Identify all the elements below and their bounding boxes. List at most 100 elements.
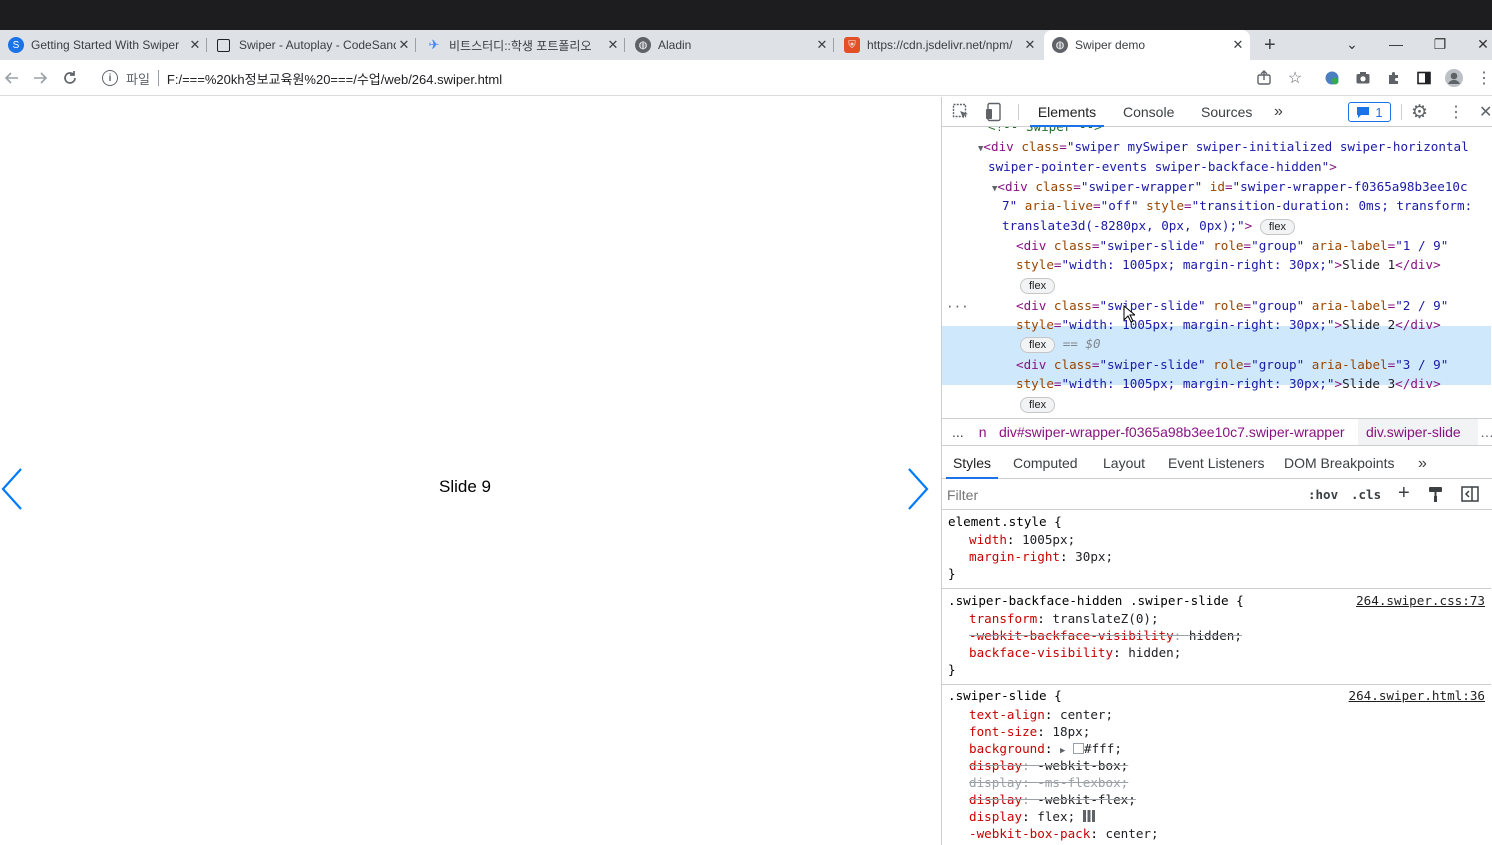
devtools-close-icon[interactable]: ✕ xyxy=(1479,102,1492,122)
breadcrumb-slide[interactable]: div.swiper-slide xyxy=(1358,419,1478,445)
window-close-button[interactable]: ✕ xyxy=(1471,30,1492,58)
tab-dom-breakpoints[interactable]: DOM Breakpoints xyxy=(1284,448,1394,479)
breadcrumb-wrapper[interactable]: div#swiper-wrapper-f0365a98b3ee10c7.swip… xyxy=(999,424,1345,440)
back-icon[interactable] xyxy=(0,66,24,90)
tab-console[interactable]: Console xyxy=(1123,97,1174,127)
toggle-sidebar-icon[interactable] xyxy=(1461,486,1479,507)
rule-property-overridden[interactable]: -webkit-backface-visibility: hidden; xyxy=(969,627,1242,644)
minimize-button[interactable]: — xyxy=(1384,30,1408,58)
tab-swiper-autoplay[interactable]: Swiper - Autoplay - CodeSandbox ✕ xyxy=(209,30,416,60)
extension-globe-icon[interactable] xyxy=(1320,66,1344,90)
color-swatch[interactable] xyxy=(1073,743,1085,754)
paint-roller-icon[interactable] xyxy=(1428,486,1444,508)
inspect-element-icon[interactable] xyxy=(952,103,970,126)
elements-dom-tree[interactable]: <!-- Swiper --> ▼<div class="swiper mySw… xyxy=(942,127,1492,417)
issues-badge[interactable]: 1 xyxy=(1348,102,1391,122)
new-style-rule-button[interactable]: + xyxy=(1398,482,1410,505)
bookmark-star-icon[interactable]: ☆ xyxy=(1283,66,1307,90)
tab-bitstudy[interactable]: ✈ 비트스터디::학생 포트폴리오 ✕ xyxy=(418,30,625,60)
page-viewport: Slide 9 xyxy=(0,97,941,845)
close-icon[interactable]: ✕ xyxy=(396,37,412,53)
close-icon[interactable]: ✕ xyxy=(605,37,621,53)
style-rule-backface-hidden[interactable]: .swiper-backface-hidden .swiper-slide { … xyxy=(942,589,1491,685)
rule-property-overridden[interactable]: display: -webkit-box; xyxy=(969,757,1128,774)
dom-node-wrapper-cont2: translate3d(-8280px, 0px, 0px);"> flex xyxy=(1002,216,1295,236)
extensions-puzzle-icon[interactable] xyxy=(1382,66,1406,90)
more-tabs-icon[interactable]: » xyxy=(1274,97,1283,127)
dom-node-slide-3[interactable]: <div class="swiper-slide" role="group" a… xyxy=(1016,355,1448,375)
rule-property[interactable]: display: flex; xyxy=(969,808,1095,825)
share-icon[interactable] xyxy=(1252,66,1276,90)
tab-title: https://cdn.jsdelivr.net/npm/ xyxy=(867,38,1013,52)
settings-gear-icon[interactable]: ⚙ xyxy=(1411,101,1428,124)
tab-title: Aladin xyxy=(658,38,692,52)
slide-label: Slide 9 xyxy=(439,477,491,496)
info-icon[interactable]: i xyxy=(102,70,118,86)
rule-source-link[interactable]: 264.swiper.css:73 xyxy=(1356,592,1485,609)
rule-property-overridden[interactable]: display: -ms-flexbox; xyxy=(969,774,1128,791)
flex-badge[interactable]: flex xyxy=(1020,337,1056,353)
tab-styles[interactable]: Styles xyxy=(946,448,998,479)
tab-computed[interactable]: Computed xyxy=(1013,448,1078,479)
rule-property[interactable]: margin-right: 30px; xyxy=(969,548,1113,565)
tab-elements[interactable]: Elements xyxy=(1030,97,1104,127)
rule-selector: .swiper-backface-hidden .swiper-slide { xyxy=(948,593,1244,608)
close-icon[interactable]: ✕ xyxy=(187,37,203,53)
dom-comment: <!-- Swiper --> xyxy=(988,127,1102,137)
flex-badge[interactable]: flex xyxy=(1020,278,1056,294)
tab-getting-started[interactable]: S Getting Started With Swiper ✕ xyxy=(0,30,207,60)
flex-badge[interactable]: flex xyxy=(1020,397,1056,413)
rule-property[interactable]: width: 1005px; xyxy=(969,531,1075,548)
rule-property[interactable]: transform: translateZ(0); xyxy=(969,610,1159,627)
tab-sources[interactable]: Sources xyxy=(1201,97,1252,127)
tab-event-listeners[interactable]: Event Listeners xyxy=(1168,448,1265,479)
dom-breadcrumb: ... n div#swiper-wrapper-f0365a98b3ee10c… xyxy=(942,418,1492,446)
device-toggle-icon[interactable] xyxy=(985,102,1003,127)
rule-property[interactable]: font-size: 18px; xyxy=(969,723,1090,740)
devtools-menu-icon[interactable]: ⋮ xyxy=(1448,102,1464,122)
tab-aladin[interactable]: ◍ Aladin ✕ xyxy=(627,30,834,60)
rule-source-link[interactable]: 264.swiper.html:36 xyxy=(1349,687,1485,704)
rule-selector: .swiper-slide { xyxy=(948,688,1062,703)
dom-node-slide-1[interactable]: <div class="swiper-slide" role="group" a… xyxy=(1016,236,1448,256)
expand-triangle-icon[interactable]: ▶ xyxy=(1060,746,1065,756)
forward-icon[interactable] xyxy=(28,66,52,90)
rule-property[interactable]: -webkit-box-pack: center; xyxy=(969,825,1159,842)
new-tab-button[interactable]: + xyxy=(1258,30,1286,60)
dom-node-slide-2[interactable]: <div class="swiper-slide" role="group" a… xyxy=(1016,296,1448,316)
cls-toggle[interactable]: .cls xyxy=(1351,487,1381,502)
node-actions-ellipsis-icon[interactable]: ··· xyxy=(946,297,969,317)
breadcrumb-more[interactable]: … xyxy=(1480,424,1492,440)
style-rule-element-style[interactable]: element.style { width: 1005px; margin-ri… xyxy=(942,511,1491,589)
restore-button[interactable]: ❐ xyxy=(1428,30,1452,58)
rule-property[interactable]: text-align: center; xyxy=(969,706,1113,723)
side-panel-icon[interactable] xyxy=(1412,66,1436,90)
tab-jsdelivr[interactable]: ⛨ https://cdn.jsdelivr.net/npm/ ✕ xyxy=(836,30,1042,60)
reload-icon[interactable] xyxy=(58,66,82,90)
rule-selector: element.style { xyxy=(948,514,1062,529)
swiper-next-arrow-icon[interactable] xyxy=(906,467,930,511)
close-icon[interactable]: ✕ xyxy=(1022,37,1038,53)
styles-rules-pane: element.style { width: 1005px; margin-ri… xyxy=(942,511,1492,845)
style-rule-swiper-slide[interactable]: .swiper-slide { 264.swiper.html:36 text-… xyxy=(942,685,1491,845)
flexbox-editor-icon[interactable] xyxy=(1082,809,1095,822)
tab-layout[interactable]: Layout xyxy=(1103,448,1145,479)
profile-avatar[interactable] xyxy=(1442,66,1466,90)
styles-filter-input[interactable] xyxy=(947,484,1297,506)
close-icon[interactable]: ✕ xyxy=(1230,37,1246,53)
more-subtabs-icon[interactable]: » xyxy=(1418,448,1427,479)
browser-menu-icon[interactable]: ⋮ xyxy=(1472,66,1492,90)
close-icon[interactable]: ✕ xyxy=(814,37,830,53)
address-bar[interactable]: i 파일 F:/===%20kh정보교육원%20===/수업/web/264.s… xyxy=(92,64,1312,92)
tab-search-dropdown-icon[interactable]: ⌄ xyxy=(1340,30,1364,58)
breadcrumb-ellipsis[interactable]: ... xyxy=(952,424,964,440)
camera-icon[interactable] xyxy=(1351,66,1375,90)
breadcrumb-prev[interactable]: n xyxy=(976,424,987,440)
tab-title: 비트스터디::학생 포트폴리오 xyxy=(449,38,592,53)
flex-badge[interactable]: flex xyxy=(1259,219,1295,235)
hov-toggle[interactable]: :hov xyxy=(1308,487,1338,502)
tab-swiper-demo[interactable]: ◍ Swiper demo ✕ xyxy=(1044,30,1250,60)
rule-property-overridden[interactable]: display: -webkit-flex; xyxy=(969,791,1136,808)
rule-property[interactable]: backface-visibility: hidden; xyxy=(969,644,1181,661)
url-text[interactable]: F:/===%20kh정보교육원%20===/수업/web/264.swiper… xyxy=(167,69,502,88)
